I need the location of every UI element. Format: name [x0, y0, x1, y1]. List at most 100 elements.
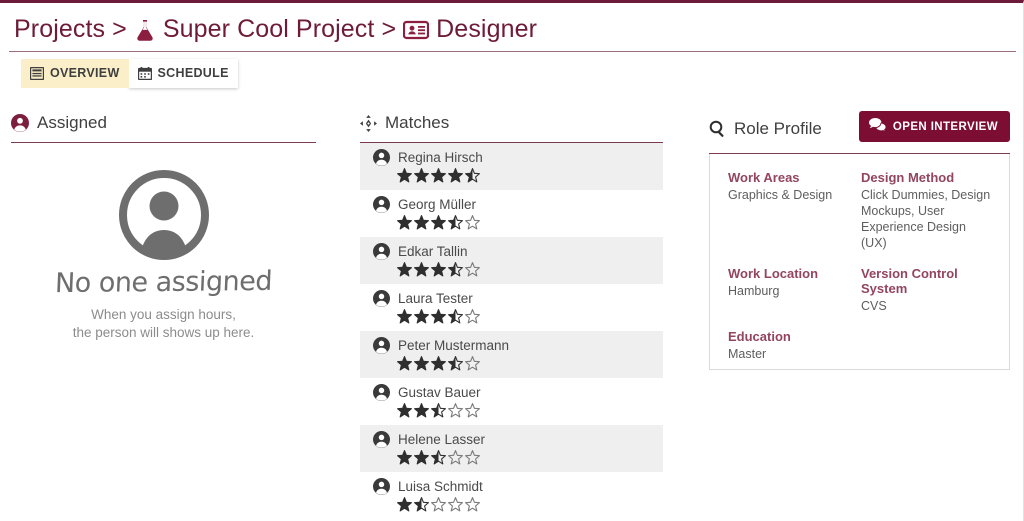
star-full [431, 215, 446, 230]
open-interview-button[interactable]: OPEN INTERVIEW [858, 111, 1010, 142]
star-full [448, 168, 463, 183]
match-rating-stars[interactable] [397, 262, 663, 277]
match-row[interactable]: Peter Mustermann [360, 331, 663, 378]
breadcrumb: Projects > Super Cool Project > Designer [14, 15, 537, 44]
match-rating-stars[interactable] [397, 215, 663, 230]
list-icon [30, 66, 44, 80]
match-name: Edkar Tallin [398, 244, 468, 259]
app-window: Projects > Super Cool Project > Designer… [0, 0, 1024, 521]
star-empty [431, 497, 446, 512]
star-full [431, 262, 446, 277]
star-full [414, 356, 429, 371]
comments-icon [868, 118, 888, 135]
star-empty [448, 450, 463, 465]
match-rating-stars[interactable] [397, 497, 663, 512]
profile-field-label: Version Control System [861, 266, 958, 296]
tab-bar: OVERVIEW SCHEDULE [21, 59, 238, 88]
open-interview-label: OPEN INTERVIEW [892, 120, 998, 133]
breadcrumb-item-role[interactable]: Designer [436, 15, 537, 44]
star-full [397, 403, 412, 418]
avatar-icon [373, 196, 390, 213]
match-row[interactable]: Gustav Bauer [360, 378, 663, 425]
avatar-icon [373, 290, 390, 307]
avatar-icon [373, 431, 390, 448]
match-name: Luisa Schmidt [398, 479, 483, 494]
search-icon [709, 120, 726, 137]
match-row[interactable]: Regina Hirsch [360, 143, 663, 190]
profile-field-label: Work Location [728, 266, 819, 281]
profile-field: Version Control System CVS [861, 266, 991, 314]
profile-field-value: Graphics & Design [728, 188, 833, 202]
tab-schedule-label: SCHEDULE [157, 66, 229, 80]
profile-field-label: Education [728, 329, 791, 344]
empty-state-line1: When you assign hours, [91, 307, 236, 322]
profile-field: Work Areas Graphics & Design [728, 170, 861, 251]
star-empty [465, 215, 480, 230]
assigned-column: Assigned No one assigned When you assign… [11, 113, 316, 342]
match-row[interactable]: Luisa Schmidt [360, 472, 663, 519]
assigned-header: Assigned [11, 113, 316, 142]
star-half [465, 168, 480, 183]
role-profile-column: Role Profile OPEN INTERVIEW Work Areas Gr… [709, 111, 1010, 370]
match-rating-stars[interactable] [397, 356, 663, 371]
flask-icon [134, 18, 156, 42]
match-name: Regina Hirsch [398, 150, 483, 165]
star-full [414, 262, 429, 277]
match-row[interactable]: Laura Tester [360, 284, 663, 331]
assigned-empty-state: No one assigned When you assign hours, t… [11, 169, 316, 342]
star-full [431, 356, 446, 371]
star-full [414, 168, 429, 183]
star-full [397, 497, 412, 512]
star-empty [448, 403, 463, 418]
profile-field [861, 329, 991, 362]
star-full [414, 309, 429, 324]
star-half [448, 262, 463, 277]
match-row[interactable]: Helene Lasser [360, 425, 663, 472]
profile-field-value: CVS [861, 299, 887, 313]
star-full [397, 262, 412, 277]
match-name: Peter Mustermann [398, 338, 510, 353]
star-half [448, 356, 463, 371]
avatar-icon [373, 478, 390, 495]
profile-field: Work Location Hamburg [728, 266, 861, 314]
star-empty [448, 497, 463, 512]
star-empty [465, 403, 480, 418]
star-empty [465, 309, 480, 324]
profile-field-label: Work Areas [728, 170, 800, 185]
tab-overview[interactable]: OVERVIEW [21, 59, 129, 88]
profile-field-value: Hamburg [728, 284, 780, 298]
match-rating-stars[interactable] [397, 168, 663, 183]
star-empty [465, 497, 480, 512]
star-half [448, 309, 463, 324]
match-name: Georg Müller [398, 197, 477, 212]
star-half [431, 450, 446, 465]
match-rating-stars[interactable] [397, 309, 663, 324]
avatar-icon [373, 337, 390, 354]
profile-field-value: Master [728, 347, 767, 361]
profile-field: Education Master [728, 329, 861, 362]
match-row[interactable]: Edkar Tallin [360, 237, 663, 284]
profile-field-value: Click Dummies, Design Mockups, User Expe… [861, 188, 991, 250]
matches-column: Matches Regina Hirsch Georg Müller Edkar T… [360, 113, 663, 519]
match-row[interactable]: Georg Müller [360, 190, 663, 237]
star-half [431, 403, 446, 418]
matches-title: Matches [385, 113, 450, 132]
tab-schedule[interactable]: SCHEDULE [128, 59, 238, 88]
profile-field: Design Method Click Dummies, Design Mocku… [861, 170, 991, 251]
star-empty [465, 356, 480, 371]
role-profile-card: Work Areas Graphics & Design Design Method… [709, 154, 1010, 370]
id-card-icon [403, 20, 430, 40]
star-empty [465, 450, 480, 465]
breadcrumb-item-project[interactable]: Super Cool Project [163, 15, 375, 44]
star-full [414, 450, 429, 465]
match-rating-stars[interactable] [397, 403, 663, 418]
match-name: Laura Tester [398, 291, 473, 306]
star-full [397, 168, 412, 183]
breadcrumb-item-projects[interactable]: Projects [14, 15, 105, 44]
match-rating-stars[interactable] [397, 450, 663, 465]
star-full [414, 403, 429, 418]
star-full [431, 168, 446, 183]
user-circle-icon [11, 114, 29, 132]
avatar-icon [373, 243, 390, 260]
calendar-icon [137, 66, 152, 80]
